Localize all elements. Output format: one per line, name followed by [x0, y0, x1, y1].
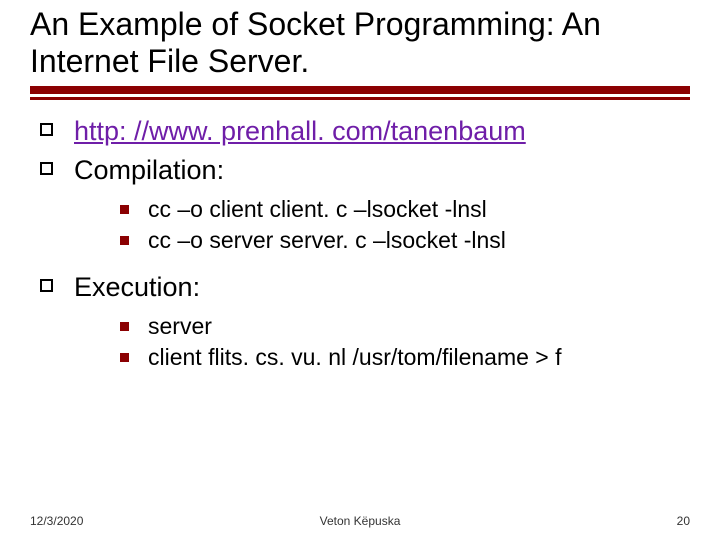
compilation-label: Compilation:	[74, 155, 224, 185]
bullet-link: http: //www. prenhall. com/tanenbaum	[34, 114, 690, 149]
bullet-execution: Execution: server client flits. cs. vu. …	[34, 270, 690, 373]
footer: 12/3/2020 Veton Këpuska 20	[0, 514, 720, 528]
rule-thin	[30, 97, 690, 100]
bullet-compilation: Compilation: cc –o client client. c –lso…	[34, 153, 690, 256]
title-underline	[30, 86, 690, 100]
list-item: server	[114, 311, 690, 342]
execution-list: server client flits. cs. vu. nl /usr/tom…	[74, 311, 690, 373]
slide: An Example of Socket Programming: An Int…	[0, 0, 720, 540]
slide-title: An Example of Socket Programming: An Int…	[30, 6, 690, 80]
list-item: cc –o server server. c –lsocket -lnsl	[114, 225, 690, 256]
footer-page: 20	[677, 514, 690, 528]
rule-thick	[30, 86, 690, 94]
reference-link[interactable]: http: //www. prenhall. com/tanenbaum	[74, 116, 526, 146]
execution-label: Execution:	[74, 272, 200, 302]
list-item: client flits. cs. vu. nl /usr/tom/filena…	[114, 342, 690, 373]
list-item: cc –o client client. c –lsocket -lnsl	[114, 194, 690, 225]
compilation-list: cc –o client client. c –lsocket -lnsl cc…	[74, 194, 690, 256]
body-list: http: //www. prenhall. com/tanenbaum Com…	[34, 114, 690, 373]
footer-author: Veton Këpuska	[320, 514, 401, 528]
footer-date: 12/3/2020	[30, 514, 83, 528]
